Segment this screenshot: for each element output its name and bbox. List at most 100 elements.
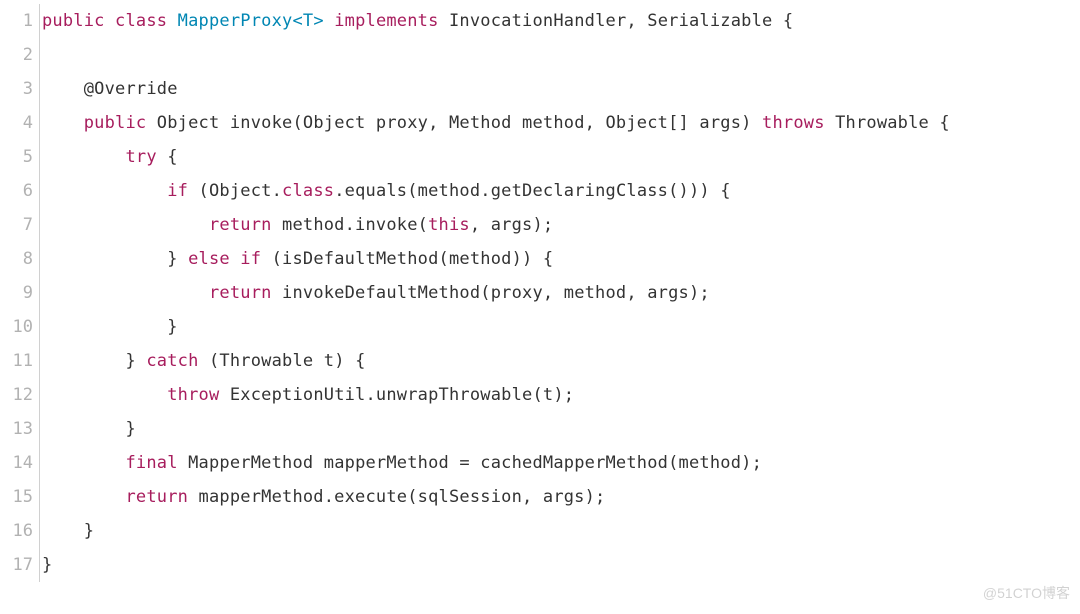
code-content: throw ExceptionUtil.unwrapThrowable(t);: [40, 378, 574, 412]
line-number: 13: [0, 412, 40, 446]
code-content: return mapperMethod.execute(sqlSession, …: [40, 480, 606, 514]
code-token: invokeDefaultMethod(proxy, method, args)…: [272, 283, 710, 303]
code-token: [42, 385, 167, 405]
line-number: 17: [0, 548, 40, 582]
code-token: (Object proxy, Method method, Object[] a…: [292, 113, 762, 133]
line-number: 10: [0, 310, 40, 344]
code-content: }: [40, 514, 94, 548]
code-content: return method.invoke(this, args);: [40, 208, 553, 242]
code-token: }: [42, 521, 94, 541]
code-token: (Object.: [188, 181, 282, 201]
code-token: [42, 487, 125, 507]
code-viewer: 1public class MapperProxy<T> implements …: [0, 0, 1080, 614]
code-line: 4 public Object invoke(Object proxy, Met…: [0, 106, 1080, 140]
code-line: 2: [0, 38, 1080, 72]
code-line: 16 }: [0, 514, 1080, 548]
code-content: } else if (isDefaultMethod(method)) {: [40, 242, 553, 276]
code-token: public: [84, 113, 147, 133]
code-token: MapperProxy<T>: [178, 11, 324, 31]
code-content: @Override: [40, 72, 178, 106]
code-token: if: [240, 249, 261, 269]
code-token: class: [282, 181, 334, 201]
code-token: catch: [146, 351, 198, 371]
code-token: else: [188, 249, 230, 269]
code-token: [230, 249, 240, 269]
code-token: }: [42, 555, 52, 575]
code-token: public: [42, 11, 105, 31]
code-line: 6 if (Object.class.equals(method.getDecl…: [0, 174, 1080, 208]
code-content: final MapperMethod mapperMethod = cached…: [40, 446, 762, 480]
code-token: class: [115, 11, 167, 31]
code-token: [42, 79, 84, 99]
code-line: 15 return mapperMethod.execute(sqlSessio…: [0, 480, 1080, 514]
code-content: }: [40, 412, 136, 446]
code-content: } catch (Throwable t) {: [40, 344, 366, 378]
code-line: 5 try {: [0, 140, 1080, 174]
line-number: 1: [0, 4, 40, 38]
code-line: 14 final MapperMethod mapperMethod = cac…: [0, 446, 1080, 480]
code-token: (Throwable t) {: [199, 351, 366, 371]
code-token: [42, 181, 167, 201]
line-number: 16: [0, 514, 40, 548]
code-line: 3 @Override: [0, 72, 1080, 106]
line-number: 6: [0, 174, 40, 208]
code-content: public class MapperProxy<T> implements I…: [40, 4, 793, 38]
code-token: .equals(method.getDeclaringClass())) {: [334, 181, 731, 201]
line-number: 2: [0, 38, 40, 72]
code-token: Object: [146, 113, 229, 133]
code-token: try: [125, 147, 156, 167]
code-token: {: [157, 147, 178, 167]
code-line: 8 } else if (isDefaultMethod(method)) {: [0, 242, 1080, 276]
code-token: [324, 11, 334, 31]
code-content: return invokeDefaultMethod(proxy, method…: [40, 276, 710, 310]
code-token: return: [125, 487, 188, 507]
watermark: @51CTO博客: [983, 576, 1070, 610]
line-number: 7: [0, 208, 40, 242]
code-token: [167, 11, 177, 31]
code-token: Throwable {: [825, 113, 950, 133]
code-lines-container: 1public class MapperProxy<T> implements …: [0, 4, 1080, 582]
code-token: return: [209, 215, 272, 235]
code-token: this: [428, 215, 470, 235]
code-token: MapperMethod mapperMethod = cachedMapper…: [178, 453, 762, 473]
code-token: [42, 215, 209, 235]
code-token: method.invoke(: [272, 215, 429, 235]
code-token: final: [125, 453, 177, 473]
code-token: return: [209, 283, 272, 303]
code-content: try {: [40, 140, 178, 174]
code-token: , args);: [470, 215, 553, 235]
code-line: 10 }: [0, 310, 1080, 344]
code-token: invoke: [230, 113, 293, 133]
code-line: 7 return method.invoke(this, args);: [0, 208, 1080, 242]
code-content: }: [40, 310, 178, 344]
code-token: }: [42, 249, 188, 269]
code-token: InvocationHandler, Serializable {: [439, 11, 794, 31]
code-token: ExceptionUtil.unwrapThrowable(t);: [219, 385, 574, 405]
code-line: 13 }: [0, 412, 1080, 446]
code-token: implements: [334, 11, 438, 31]
code-token: [105, 11, 115, 31]
line-number: 5: [0, 140, 40, 174]
code-line: 11 } catch (Throwable t) {: [0, 344, 1080, 378]
code-line: 12 throw ExceptionUtil.unwrapThrowable(t…: [0, 378, 1080, 412]
code-token: @Override: [84, 79, 178, 99]
code-token: if: [167, 181, 188, 201]
code-token: }: [42, 419, 136, 439]
line-number: 3: [0, 72, 40, 106]
code-token: [42, 453, 125, 473]
code-content: if (Object.class.equals(method.getDeclar…: [40, 174, 731, 208]
code-token: [42, 283, 209, 303]
code-line: 17}: [0, 548, 1080, 582]
code-token: (isDefaultMethod(method)) {: [261, 249, 553, 269]
line-number: 9: [0, 276, 40, 310]
code-content: }: [40, 548, 52, 582]
code-token: [42, 147, 125, 167]
code-line: 9 return invokeDefaultMethod(proxy, meth…: [0, 276, 1080, 310]
code-token: }: [42, 317, 178, 337]
line-number: 8: [0, 242, 40, 276]
code-token: mapperMethod.execute(sqlSession, args);: [188, 487, 605, 507]
line-number: 11: [0, 344, 40, 378]
code-token: throw: [167, 385, 219, 405]
code-token: throws: [762, 113, 825, 133]
code-line: 1public class MapperProxy<T> implements …: [0, 4, 1080, 38]
